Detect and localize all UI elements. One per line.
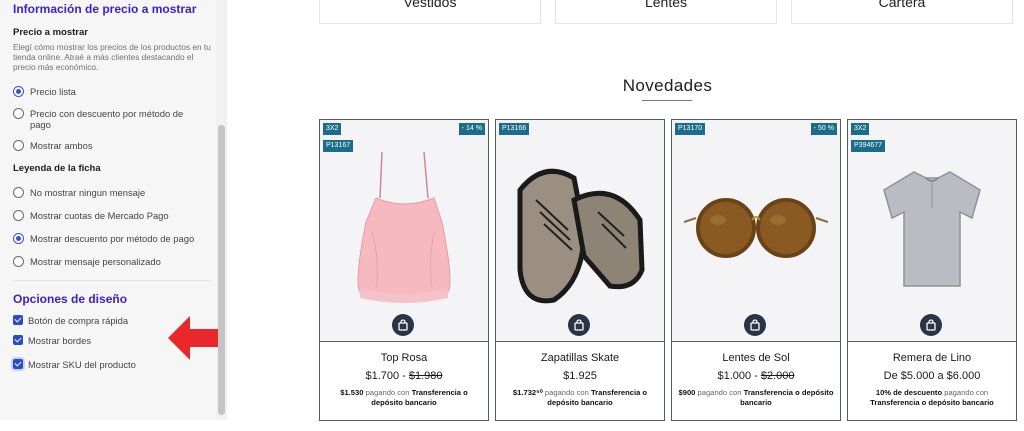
section-title-underline bbox=[642, 100, 692, 101]
promo-method: Transferencia o depósito bancario bbox=[870, 398, 994, 407]
sku-badge: P13167 bbox=[323, 140, 354, 152]
radio-label: Mostrar descuento por método de pago bbox=[30, 233, 195, 244]
checkbox-mostrar-sku[interactable]: Mostrar SKU del producto bbox=[13, 359, 213, 370]
quick-buy-button[interactable] bbox=[568, 314, 590, 336]
radio-option-precio-descuento[interactable]: Precio con descuento por método de pago bbox=[13, 108, 213, 130]
checkbox-label: Mostrar SKU del producto bbox=[28, 359, 136, 370]
product-card-top-rosa[interactable]: 3X2 P13167 - 14 % Top Rosa $1.700 - $1.9… bbox=[319, 119, 489, 421]
radio-label: Precio lista bbox=[30, 86, 76, 97]
section-title: Novedades bbox=[622, 76, 713, 95]
product-image-zapatillas-skate bbox=[517, 168, 645, 304]
product-name[interactable]: Zapatillas Skate bbox=[496, 352, 664, 364]
old-price: $2.000 bbox=[760, 370, 795, 382]
shopping-bag-icon bbox=[398, 319, 408, 331]
quick-buy-button[interactable] bbox=[744, 314, 766, 336]
quick-buy-button[interactable] bbox=[392, 314, 414, 336]
current-price: $1.700 bbox=[365, 370, 400, 382]
shopping-bag-icon bbox=[574, 319, 584, 331]
category-card-lentes[interactable]: Lentes bbox=[555, 0, 777, 24]
price-to-show-title: Precio a mostrar bbox=[13, 27, 88, 38]
promo-badge: 3X2 bbox=[323, 123, 342, 135]
legend-title: Leyenda de la ficha bbox=[13, 163, 101, 174]
discount-badge: - 14 % bbox=[458, 123, 485, 135]
payment-promo: $1.530 pagando con Transferencia o depós… bbox=[324, 388, 484, 408]
product-price: De $5.000 a $6.000 bbox=[883, 370, 981, 382]
radio-label: Mostrar cuotas de Mercado Pago bbox=[30, 210, 169, 221]
product-image-area[interactable]: P13170 - 50 % bbox=[672, 120, 840, 342]
section-divider bbox=[13, 280, 211, 281]
payment-promo: 10% de descuento pagando con Transferenc… bbox=[852, 388, 1012, 408]
checkbox-checked[interactable] bbox=[13, 335, 23, 345]
promo-price: 10% de descuento bbox=[875, 388, 943, 397]
product-name[interactable]: Top Rosa bbox=[320, 352, 488, 364]
checkbox-label: Mostrar bordes bbox=[28, 335, 92, 346]
current-price: $1.000 bbox=[717, 370, 752, 382]
radio-option-cuotas-mercado-pago[interactable]: Mostrar cuotas de Mercado Pago bbox=[13, 210, 213, 221]
product-price: $1.000 - $2.000 bbox=[717, 370, 795, 382]
product-name[interactable]: Remera de Lino bbox=[848, 352, 1016, 364]
quick-buy-button[interactable] bbox=[920, 314, 942, 336]
category-label: Vestidos bbox=[403, 0, 457, 10]
category-card-cartera[interactable]: Cartera bbox=[791, 0, 1013, 24]
radio-selected-indicator[interactable] bbox=[13, 233, 24, 244]
radio-indicator[interactable] bbox=[13, 256, 24, 267]
radio-option-precio-lista[interactable]: Precio lista bbox=[13, 86, 213, 97]
product-card-lentes-de-sol[interactable]: P13170 - 50 % Lentes de Sol $1.000 - $2.… bbox=[671, 119, 841, 421]
category-card-vestidos[interactable]: Vestidos bbox=[319, 0, 541, 24]
category-label: Lentes bbox=[644, 0, 688, 10]
price-section-title: Información de precio a mostrar bbox=[13, 2, 197, 16]
radio-indicator[interactable] bbox=[13, 140, 24, 151]
radio-option-no-mensaje[interactable]: No mostrar ningun mensaje bbox=[13, 187, 213, 198]
promo-text: pagando con bbox=[697, 388, 742, 397]
radio-option-mensaje-personalizado[interactable]: Mostrar mensaje personalizado bbox=[13, 256, 213, 267]
scrollbar-thumb[interactable] bbox=[218, 125, 225, 415]
product-image-lentes-de-sol bbox=[684, 198, 828, 258]
promo-text: pagando con bbox=[544, 388, 589, 397]
design-section-title: Opciones de diseño bbox=[13, 292, 128, 306]
radio-indicator[interactable] bbox=[13, 187, 24, 198]
promo-method: Transferencia o depósito bancario bbox=[740, 388, 834, 407]
sku-badge: P394677 bbox=[851, 140, 886, 152]
radio-indicator[interactable] bbox=[13, 210, 24, 221]
product-image-remera-de-lino bbox=[883, 171, 981, 287]
product-card-zapatillas-skate[interactable]: P13166 Zapatillas Skate $1.925 $1.732⁵⁰ … bbox=[495, 119, 665, 421]
radio-selected-indicator[interactable] bbox=[13, 86, 24, 97]
discount-badge: - 50 % bbox=[810, 123, 837, 135]
radio-label: Mostrar mensaje personalizado bbox=[30, 256, 161, 267]
payment-promo: $1.732⁵⁰ pagando con Transferencia o dep… bbox=[500, 388, 660, 408]
old-price: $1.980 bbox=[408, 370, 443, 382]
promo-badge: 3X2 bbox=[851, 123, 870, 135]
app: Información de precio a mostrar Precio a… bbox=[0, 0, 1024, 431]
radio-option-descuento-metodo-pago[interactable]: Mostrar descuento por método de pago bbox=[13, 233, 213, 244]
checkbox-checked[interactable] bbox=[13, 315, 23, 325]
radio-label: Mostrar ambos bbox=[30, 140, 93, 151]
promo-price: $1.732⁵⁰ bbox=[512, 388, 543, 397]
promo-price: $900 bbox=[678, 388, 696, 397]
product-price: $1.925 bbox=[563, 370, 597, 382]
promo-text: pagando con bbox=[944, 388, 989, 397]
promo-text: pagando con bbox=[365, 388, 410, 397]
radio-label: Precio con descuento por método de pago bbox=[30, 108, 184, 130]
radio-option-mostrar-ambos[interactable]: Mostrar ambos bbox=[13, 140, 213, 151]
product-image-area[interactable]: P13166 bbox=[496, 120, 664, 342]
sku-badge: P13166 bbox=[499, 123, 530, 135]
product-image-area[interactable]: 3X2 P394677 bbox=[848, 120, 1016, 342]
checkbox-label: Botón de compra rápida bbox=[28, 315, 129, 326]
product-image-top-rosa bbox=[357, 152, 451, 303]
shopping-bag-icon bbox=[926, 319, 936, 331]
product-card-remera-de-lino[interactable]: 3X2 P394677 Remera de Lino De $5.000 a $… bbox=[847, 119, 1017, 421]
product-image-area[interactable]: 3X2 P13167 - 14 % bbox=[320, 120, 488, 342]
promo-price: $1.530 bbox=[340, 388, 364, 397]
category-label: Cartera bbox=[878, 0, 926, 10]
product-price: $1.700 - $1.980 bbox=[365, 370, 443, 382]
product-name[interactable]: Lentes de Sol bbox=[672, 352, 840, 364]
payment-promo: $900 pagando con Transferencia o depósit… bbox=[676, 388, 836, 408]
price-to-show-description: Elegí cómo mostrar los precios de los pr… bbox=[13, 42, 211, 72]
arrow-left-icon bbox=[168, 316, 218, 360]
shopping-bag-icon bbox=[750, 319, 760, 331]
radio-label: No mostrar ningun mensaje bbox=[30, 187, 146, 198]
radio-indicator[interactable] bbox=[13, 108, 24, 119]
checkbox-checked[interactable] bbox=[13, 359, 23, 369]
sku-badge: P13170 bbox=[675, 123, 706, 135]
